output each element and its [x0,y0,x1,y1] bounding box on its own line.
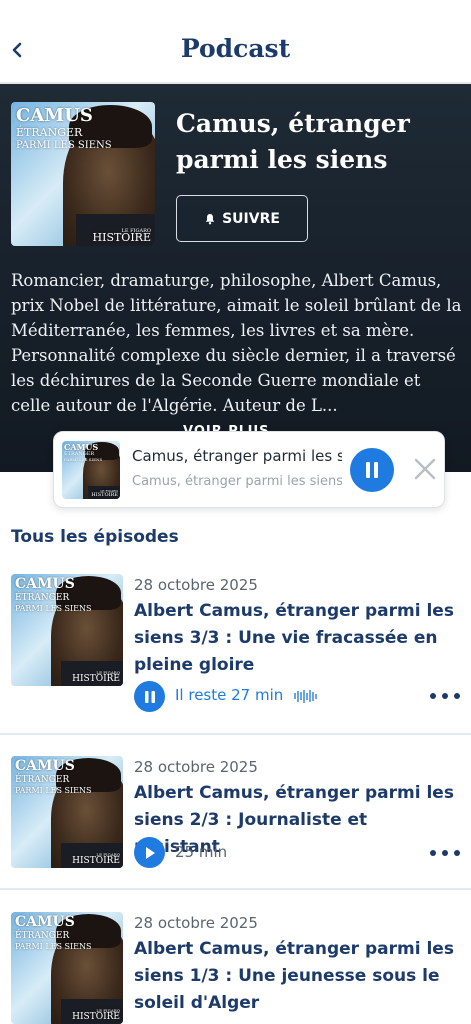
play-icon [145,846,155,859]
episode-duration: Il reste 27 min [175,686,284,704]
mini-player-cover: CAMUS ÉTRANGER PARMI LES SIENS LE FIGARO… [62,441,120,499]
more-options-icon[interactable] [430,691,460,701]
mini-player[interactable]: CAMUS ÉTRANGER PARMI LES SIENS LE FIGARO… [53,431,445,508]
divider [0,888,471,890]
episode-duration: 25 min [175,843,228,861]
page-title: Podcast [180,34,291,63]
podcast-description: Romancier, dramaturge, philosophe, Alber… [11,271,462,415]
mini-player-title: Camus, étranger parmi les siens [132,447,342,465]
episode-title[interactable]: Albert Camus, étranger parmi les siens 3… [134,598,456,679]
bell-icon [205,213,215,224]
divider [0,733,471,735]
waveform-icon [294,689,318,703]
follow-label: SUIVRE [222,210,280,227]
podcast-cover-image: CAMUS ÉTRANGER PARMI LES SIENS LE FIGARO… [11,102,155,246]
episodes-section-title: Tous les épisodes [11,527,179,547]
episode-title[interactable]: Albert Camus, étranger parmi les siens 1… [134,936,456,1017]
episode-cover-image: CAMUS ÉTRANGER PARMI LES SIENS LE FIGARO… [11,574,123,686]
episode-date: 28 octobre 2025 [134,758,258,776]
mini-player-subtitle: Camus, étranger parmi les siens [132,474,342,489]
pause-icon [366,462,378,478]
episode-date: 28 octobre 2025 [134,576,258,594]
episode-play-button[interactable] [134,837,165,868]
episode-cover-image: CAMUS ÉTRANGER PARMI LES SIENS LE FIGARO… [11,912,123,1024]
follow-button[interactable]: SUIVRE [176,195,308,242]
podcast-hero: CAMUS ÉTRANGER PARMI LES SIENS LE FIGARO… [0,84,471,472]
episode-pause-button[interactable] [134,681,165,712]
pause-button[interactable] [350,448,394,492]
episode-date: 28 octobre 2025 [134,914,258,932]
episode-cover-image: CAMUS ÉTRANGER PARMI LES SIENS LE FIGARO… [11,756,123,868]
pause-icon [144,690,155,703]
top-bar: Podcast [0,0,471,84]
close-icon[interactable] [410,454,440,484]
podcast-title: Camus, étranger parmi les siens [176,109,410,174]
more-options-icon[interactable] [430,848,460,858]
